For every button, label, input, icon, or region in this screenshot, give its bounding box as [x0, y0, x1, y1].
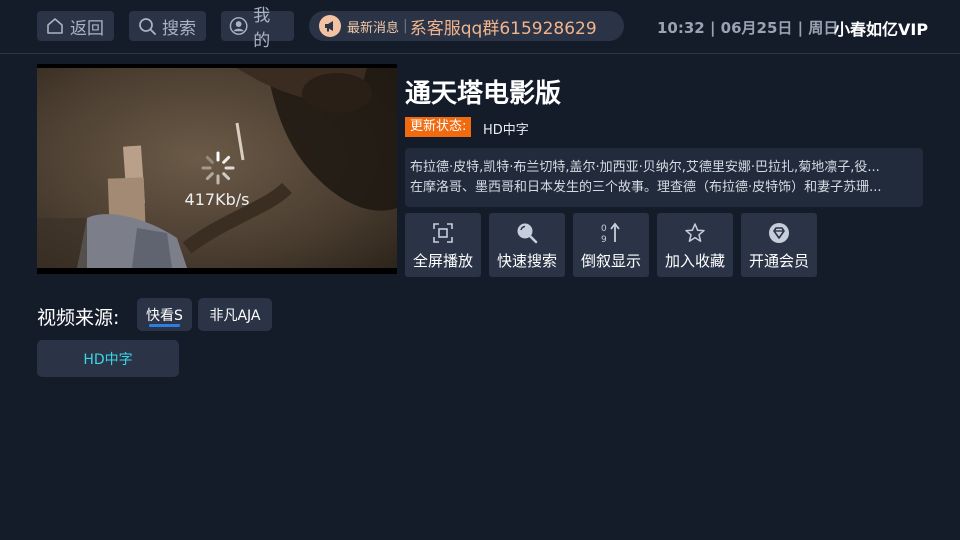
download-speed: 417Kb/s [184, 190, 250, 209]
selected-source-indicator [149, 324, 180, 327]
svg-text:0: 0 [601, 224, 607, 234]
mine-button[interactable]: 我的 [221, 6, 294, 51]
quick-search-label: 快速搜索 [496, 252, 557, 270]
reverse-order-button[interactable]: 0 9 倒叙显示 [573, 213, 649, 277]
news-separator: | [403, 18, 408, 34]
fullscreen-label: 全屏播放 [412, 252, 473, 270]
clock: 10:32 | 06月25日 | 周日 [657, 19, 839, 37]
user-name: 小春如亿VIP [834, 20, 929, 39]
loading-spinner-icon [201, 151, 235, 185]
search-label: 搜索 [162, 18, 196, 39]
back-button[interactable]: 返回 [37, 11, 114, 41]
source-label: 视频来源: [37, 307, 120, 329]
user-icon [229, 17, 248, 35]
news-ticker[interactable]: 最新消息 | 系客服qq群615928629 [309, 11, 624, 41]
description-box[interactable]: 布拉德·皮特,凯特·布兰切特,盖尔·加西亚·贝纳尔,艾德里安娜·巴拉扎,菊地凛子… [405, 148, 923, 207]
svg-text:9: 9 [601, 235, 607, 245]
vip-label: 开通会员 [748, 252, 809, 270]
action-bar: 全屏播放 快速搜索 0 9 倒叙显示 加入收藏 开通会员 [405, 213, 817, 277]
source-option[interactable]: 非凡AJA [198, 298, 272, 331]
status-badge: 更新状态: [405, 117, 472, 137]
mine-label: 我的 [253, 6, 271, 51]
home-icon [47, 18, 63, 34]
top-bar: 返回 搜索 我的 最新消息 | 系客服qq群615928629 10:32 | … [0, 0, 960, 54]
vip-button[interactable]: 开通会员 [741, 213, 817, 277]
favorite-label: 加入收藏 [664, 252, 725, 270]
megaphone-icon [319, 15, 341, 37]
news-label: 最新消息 [347, 20, 400, 36]
fullscreen-icon [433, 223, 453, 243]
reverse-order-label: 倒叙显示 [580, 252, 641, 270]
video-player[interactable]: 417Kb/s [37, 64, 397, 274]
page-title: 通天塔电影版 [405, 79, 562, 109]
back-label: 返回 [70, 18, 104, 39]
episode-button[interactable]: HD中字 [37, 340, 179, 377]
search-icon [139, 18, 156, 35]
quick-search-button[interactable]: 快速搜索 [489, 213, 565, 277]
magnifier-icon [517, 223, 538, 244]
status-value: HD中字 [483, 123, 529, 138]
diamond-icon [769, 223, 789, 243]
cast-line: 布拉德·皮特,凯特·布兰切特,盖尔·加西亚·贝纳尔,艾德里安娜·巴拉扎,菊地凛子… [410, 160, 880, 175]
favorite-button[interactable]: 加入收藏 [657, 213, 733, 277]
search-button[interactable]: 搜索 [129, 11, 206, 41]
star-icon [685, 223, 705, 242]
sort-icon: 0 9 [601, 222, 620, 245]
fullscreen-button[interactable]: 全屏播放 [405, 213, 481, 277]
synopsis-line: 在摩洛哥、墨西哥和日本发生的三个故事。理查德（布拉德·皮特饰）和妻子苏珊... [410, 180, 882, 195]
news-text: 系客服qq群615928629 [409, 18, 597, 39]
